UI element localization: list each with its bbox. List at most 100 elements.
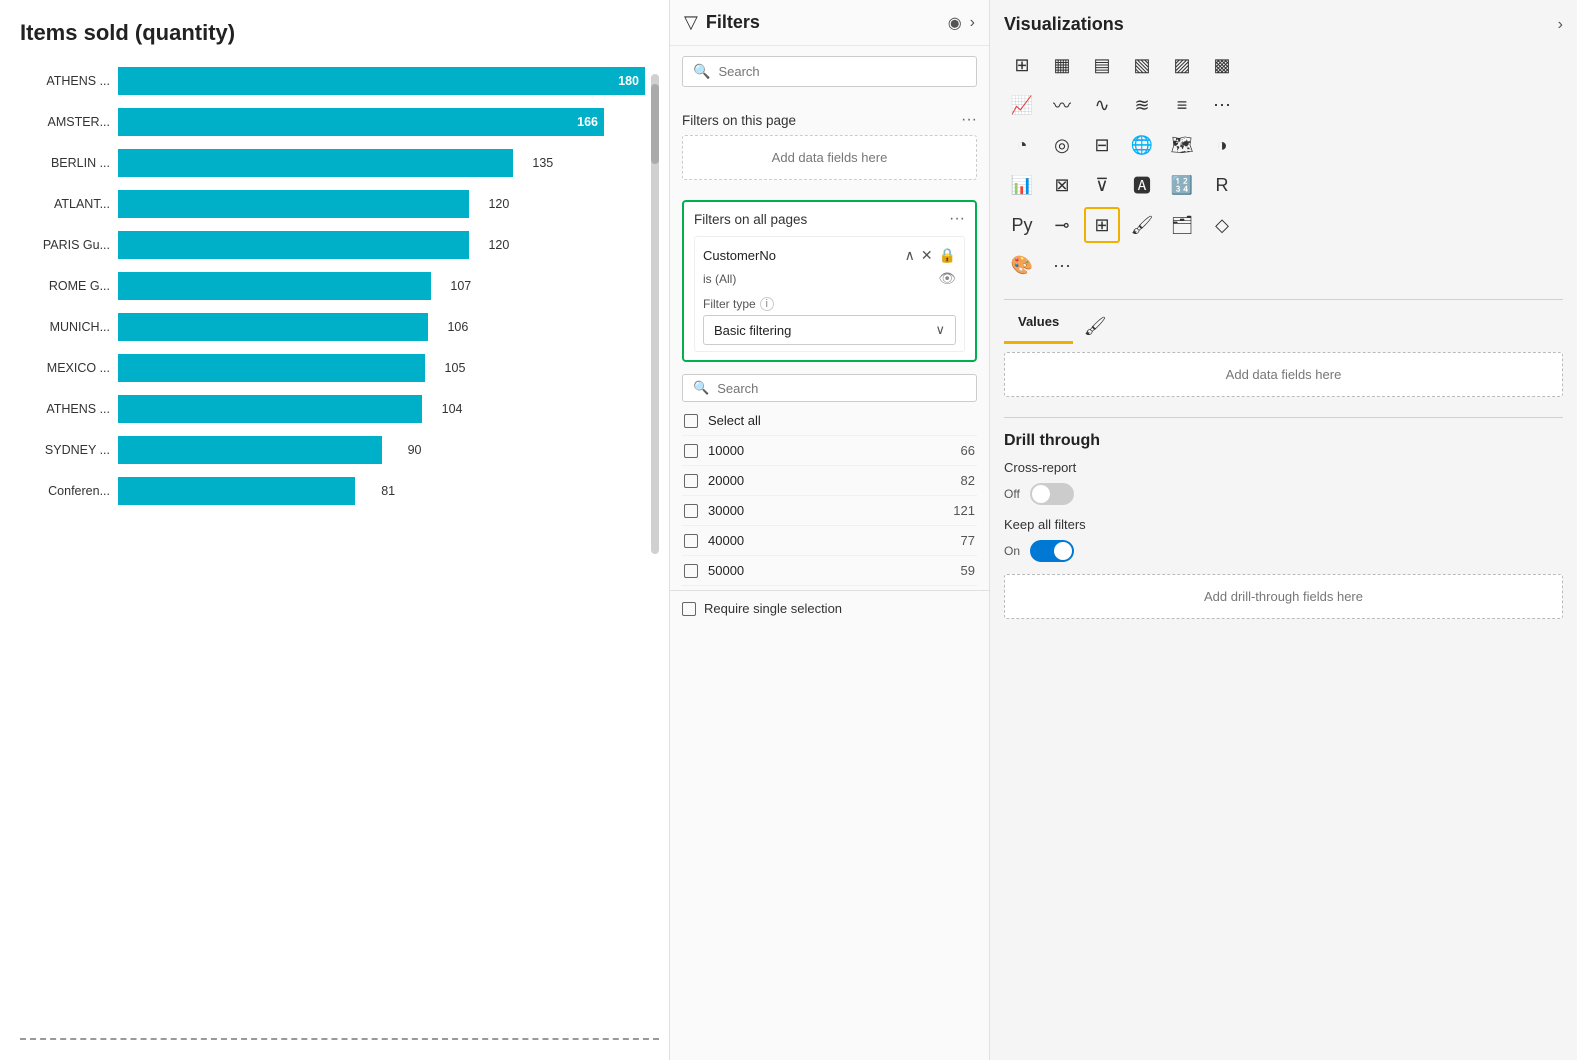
viz-icon-slicer[interactable]: 🗂: [1164, 207, 1200, 243]
drill-through-section: Drill through Cross-report Off Keep all …: [1004, 432, 1563, 619]
viz-icon-area-stacked[interactable]: ∿: [1084, 87, 1120, 123]
filters-all-pages-menu[interactable]: ···: [949, 210, 965, 228]
filter-item-checkbox[interactable]: [684, 444, 698, 458]
bar-container[interactable]: 104: [118, 395, 645, 423]
filter-collapse-icon[interactable]: ∧: [905, 247, 915, 264]
filter-item-checkbox[interactable]: [684, 564, 698, 578]
filter-type-info-icon[interactable]: i: [760, 297, 774, 311]
filters-expand-icon[interactable]: ›: [970, 14, 975, 32]
filters-this-page-menu[interactable]: ···: [961, 111, 977, 129]
chart-row: SYDNEY ... 90: [20, 433, 645, 467]
viz-icon-ribbon[interactable]: ≋: [1124, 87, 1160, 123]
filters-search-box[interactable]: 🔍: [682, 56, 977, 87]
keep-filters-toggle-wrapper: On: [1004, 540, 1563, 562]
viz-icon-paint[interactable]: 🎨: [1004, 247, 1040, 283]
chart-scrollbar[interactable]: [651, 74, 659, 554]
filter-item-label: 50000: [708, 563, 951, 578]
filter-search-below[interactable]: 🔍: [682, 374, 977, 402]
chart-panel: Items sold (quantity) ATHENS ...180AMSTE…: [0, 0, 670, 1060]
list-item: 1000066: [682, 436, 977, 466]
bar: 104: [118, 395, 422, 423]
viz-icon-more[interactable]: ···: [1044, 247, 1080, 283]
bar-label: SYDNEY ...: [20, 443, 110, 457]
require-single-checkbox[interactable]: [682, 602, 696, 616]
filter-search-input-2[interactable]: [717, 381, 966, 396]
require-single-selection-row: Require single selection: [670, 590, 989, 626]
bar-container[interactable]: 90: [118, 436, 645, 464]
bar-container[interactable]: 81: [118, 477, 645, 505]
viz-icon-area[interactable]: 〰: [1044, 87, 1080, 123]
tab-values[interactable]: Values: [1004, 308, 1073, 344]
bar: 105: [118, 354, 425, 382]
viz-icon-bar-clustered[interactable]: ▤: [1084, 47, 1120, 83]
viz-icon-waterfall[interactable]: ≡: [1164, 87, 1200, 123]
viz-icon-line[interactable]: 📈: [1004, 87, 1040, 123]
keep-filters-toggle[interactable]: [1030, 540, 1074, 562]
viz-values-placeholder: Add data fields here: [1004, 352, 1563, 397]
bar-value-outside: 105: [445, 361, 466, 375]
viz-icon-donut[interactable]: ◎: [1044, 127, 1080, 163]
cross-report-toggle-wrapper: Off: [1004, 483, 1563, 505]
viz-icon-bar-100pct[interactable]: ▧: [1124, 47, 1160, 83]
bar-container[interactable]: 106: [118, 313, 645, 341]
viz-icon-scatter[interactable]: ⋯: [1204, 87, 1240, 123]
bar-container[interactable]: 180: [118, 67, 645, 95]
viz-expand-icon[interactable]: ›: [1558, 16, 1563, 34]
viz-icon-format[interactable]: 🖌: [1124, 207, 1160, 243]
bar: 180: [118, 67, 645, 95]
viz-icon-filled-map[interactable]: 🗺: [1164, 127, 1200, 163]
cross-report-toggle[interactable]: [1030, 483, 1074, 505]
search-input[interactable]: [718, 64, 966, 79]
bar-value-outside: 135: [532, 156, 553, 170]
viz-icon-r-script[interactable]: R: [1204, 167, 1240, 203]
filters-eye-icon[interactable]: ◉: [948, 13, 962, 33]
filter-lock-icon[interactable]: 🔒: [939, 247, 956, 264]
bar-container[interactable]: 105: [118, 354, 645, 382]
viz-icon-pie[interactable]: ◔: [1004, 127, 1040, 163]
viz-icon-map[interactable]: 🌐: [1124, 127, 1160, 163]
chart-scrollthumb[interactable]: [651, 84, 659, 164]
filter-type-dropdown[interactable]: Basic filtering ∨: [703, 315, 956, 345]
filters-all-pages-title: Filters on all pages: [694, 212, 807, 227]
viz-icon-matrix[interactable]: ⊠: [1044, 167, 1080, 203]
filter-type-label: Filter type: [703, 297, 756, 311]
viz-icon-decomp[interactable]: ⊸: [1044, 207, 1080, 243]
viz-icon-funnel[interactable]: ⊽: [1084, 167, 1120, 203]
viz-icon-stacked-bar[interactable]: ⊞: [1004, 47, 1040, 83]
viz-icon-line-stacked[interactable]: ▨: [1164, 47, 1200, 83]
viz-icon-shape-map[interactable]: ◇: [1204, 207, 1240, 243]
bar-container[interactable]: 120: [118, 190, 645, 218]
filter-item-checkbox[interactable]: [684, 474, 698, 488]
viz-icon-gauge[interactable]: ◑: [1204, 127, 1240, 163]
filters-this-page-placeholder: Add data fields here: [682, 135, 977, 180]
filter-item-checkbox[interactable]: [684, 504, 698, 518]
bar: 107: [118, 272, 431, 300]
filters-all-pages-header: Filters on all pages ···: [694, 210, 965, 228]
bar: 120: [118, 190, 469, 218]
viz-format-icon[interactable]: 🖌: [1077, 308, 1113, 344]
bar-label: ROME G...: [20, 279, 110, 293]
viz-icon-card[interactable]: 🅰: [1124, 167, 1160, 203]
bar-label: MUNICH...: [20, 320, 110, 334]
filter-remove-icon[interactable]: ✕: [921, 247, 933, 264]
bar: 166: [118, 108, 604, 136]
viz-icon-table[interactable]: ⊞: [1084, 207, 1120, 243]
chart-row: Conferen...81: [20, 474, 645, 508]
filter-item-checkbox[interactable]: [684, 534, 698, 548]
viz-icon-python[interactable]: Py: [1004, 207, 1040, 243]
bar-container[interactable]: 107: [118, 272, 645, 300]
bar-container[interactable]: 166: [118, 108, 645, 136]
viz-icon-line-clustered[interactable]: ▩: [1204, 47, 1240, 83]
filters-this-page-title: Filters on this page: [682, 113, 796, 128]
filter-eye-icon[interactable]: 👁: [938, 270, 956, 287]
chart-row: ATHENS ...180: [20, 64, 645, 98]
viz-icon-bar-chart[interactable]: ▦: [1044, 47, 1080, 83]
viz-icon-kpi[interactable]: 📊: [1004, 167, 1040, 203]
list-item: 2000082: [682, 466, 977, 496]
bar-container[interactable]: 120: [118, 231, 645, 259]
viz-icon-multi-card[interactable]: 🔢: [1164, 167, 1200, 203]
viz-icon-treemap[interactable]: ⊟: [1084, 127, 1120, 163]
bar-container[interactable]: 135: [118, 149, 645, 177]
filter-item-checkbox[interactable]: [684, 414, 698, 428]
bar-label: ATHENS ...: [20, 402, 110, 416]
